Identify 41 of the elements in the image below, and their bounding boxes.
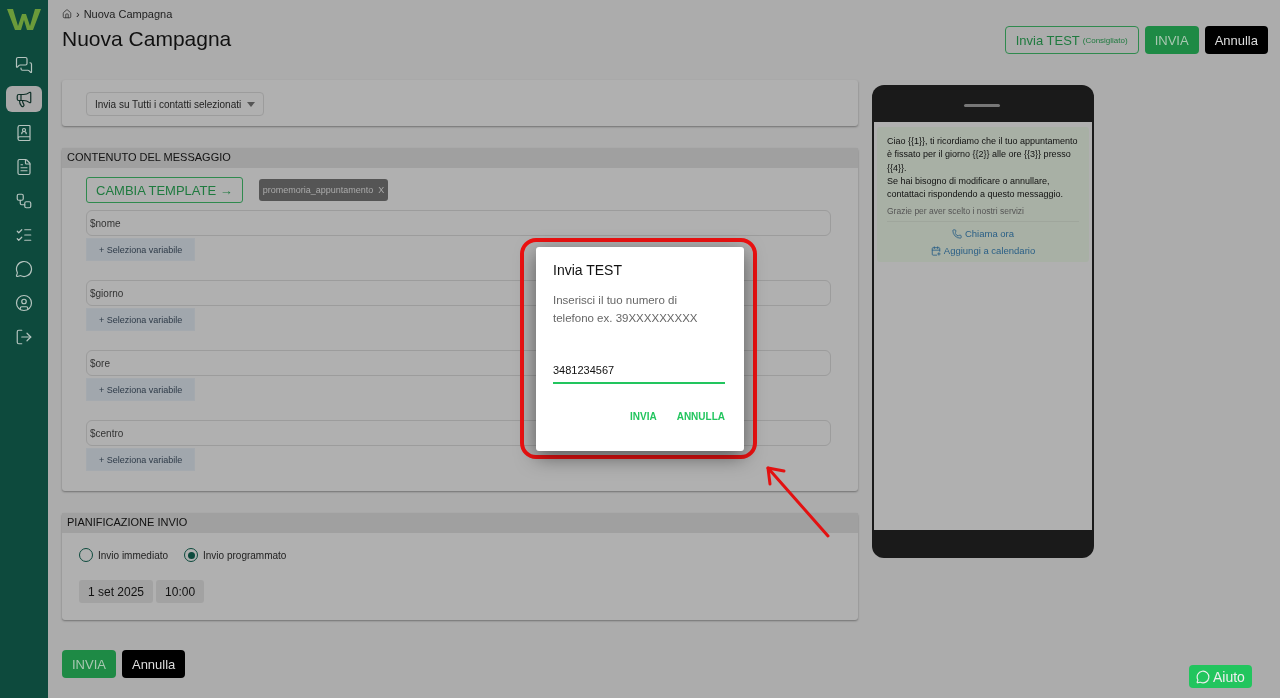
select-variable-button[interactable]: + Seleziona variabile: [86, 448, 195, 471]
dialog-title: Invia TEST: [553, 262, 623, 278]
radio-option[interactable]: Invio immediato: [79, 548, 169, 562]
home-icon[interactable]: [62, 9, 72, 19]
recipients-dropdown[interactable]: Invia su Tutti i contatti selezionati: [86, 92, 265, 116]
select-variable-button[interactable]: + Seleziona variabile: [86, 238, 195, 261]
checklist-icon: [15, 226, 33, 244]
user-icon: [15, 294, 33, 312]
logo-icon: [6, 6, 42, 32]
flow-icon: [15, 192, 33, 210]
radio-option[interactable]: Invio programmato: [184, 548, 287, 562]
contacts-icon: [15, 124, 33, 142]
template-tag: promemoria_appuntamento X: [258, 179, 389, 201]
message-action-link[interactable]: Aggiungi a calendario: [887, 245, 1079, 257]
message-action-link[interactable]: Chiama ora: [887, 228, 1079, 240]
cancel-button[interactable]: Annulla: [121, 650, 186, 678]
breadcrumb-current: Nuova Campagna: [83, 8, 173, 20]
logout-icon: [15, 328, 33, 346]
section-heading: PIANIFICAZIONE INVIO: [62, 513, 858, 533]
message-footer: Grazie per aver scelto i nostri servizi: [887, 206, 1079, 223]
select-variable-button[interactable]: + Seleziona variabile: [86, 308, 195, 331]
date-field[interactable]: 1 set 2025: [79, 580, 154, 603]
variable-field[interactable]: $nome: [86, 210, 831, 236]
select-variable-button[interactable]: + Seleziona variabile: [86, 378, 195, 401]
caret-icon: [247, 101, 256, 107]
page-title: Nuova Campagna: [62, 27, 232, 51]
breadcrumb-separator: ›: [76, 8, 80, 20]
phone-icon: [951, 229, 962, 239]
section-heading: CONTENUTO DEL MESSAGGIO: [62, 148, 858, 168]
megaphone-nav-button[interactable]: [6, 86, 42, 112]
message-text: Ciao {{1}}, ti ricordiamo che il tuo appuntamento è fissato per il giorno {{2}} alle ore {{3}} presso {{4}}. Se hai bisogno di modificare o annullare, contattaci rispondendo a questo messaggio.: [887, 135, 1079, 202]
phone-input-field[interactable]: 3481234567: [553, 364, 725, 384]
megaphone-icon: [15, 90, 33, 108]
document-icon: [15, 158, 33, 176]
chat-bubble-icon: [1196, 669, 1210, 684]
cancel-button[interactable]: Annulla: [1204, 26, 1268, 54]
chat-icon: [15, 56, 33, 74]
phone-speaker: [964, 104, 1000, 107]
remove-tag-button[interactable]: X: [378, 185, 385, 195]
calendar-icon: [930, 246, 941, 256]
time-field[interactable]: 10:00: [156, 580, 205, 603]
